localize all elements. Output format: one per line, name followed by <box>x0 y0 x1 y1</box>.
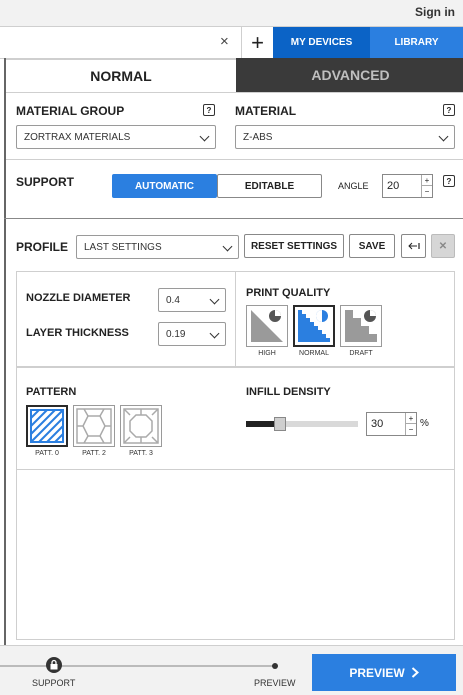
quality-normal-caption: NORMAL <box>299 350 329 357</box>
stepper-arrows[interactable]: + − <box>405 413 416 435</box>
angle-value: 20 <box>387 180 400 192</box>
material-group-value: ZORTRAX MATERIALS <box>24 131 131 143</box>
material-label: MATERIAL <box>235 104 297 118</box>
delete-icon[interactable]: ✕ <box>431 234 455 258</box>
pattern-3-tile[interactable] <box>120 405 162 447</box>
reset-settings-button[interactable]: RESET SETTINGS <box>244 234 344 258</box>
nozzle-diameter-value: 0.4 <box>166 294 180 306</box>
layer-thickness-value: 0.19 <box>166 328 186 340</box>
pattern-0-caption: PATT. 0 <box>35 450 59 457</box>
divider <box>6 92 463 93</box>
material-value: Z-ABS <box>243 131 273 143</box>
infill-unit: % <box>420 418 429 429</box>
chevron-right-icon <box>411 667 419 678</box>
save-button[interactable]: SAVE <box>349 234 395 258</box>
material-select[interactable]: Z-ABS <box>235 125 455 149</box>
layer-thickness-label: LAYER THICKNESS <box>26 327 129 339</box>
step-preview-label[interactable]: PREVIEW <box>254 678 296 688</box>
add-tab-button[interactable]: + <box>241 27 273 58</box>
profile-select[interactable]: LAST SETTINGS <box>76 235 239 259</box>
quality-high-caption: HIGH <box>258 350 276 357</box>
infill-value: 30 <box>371 418 384 430</box>
infill-slider-thumb[interactable] <box>273 417 286 431</box>
angle-stepper[interactable]: 20 + − <box>382 174 433 198</box>
nozzle-diameter-label: NOZZLE DIAMETER <box>26 292 131 304</box>
pattern-2-caption: PATT. 2 <box>82 450 106 457</box>
pattern-diagonal-icon <box>30 409 64 443</box>
top-bar: Sign in <box>0 0 463 26</box>
pattern-2-tile[interactable] <box>73 405 115 447</box>
material-help-icon[interactable]: ? <box>443 104 455 116</box>
preview-button[interactable]: PREVIEW <box>312 654 456 691</box>
pattern-0-tile[interactable] <box>26 405 68 447</box>
pattern-honeycomb-icon <box>76 408 112 444</box>
quality-high-tile[interactable] <box>246 305 288 347</box>
infill-slider[interactable] <box>246 417 358 431</box>
tab-advanced[interactable]: ADVANCED <box>236 58 463 92</box>
automatic-button[interactable]: AUTOMATIC <box>112 174 217 198</box>
support-label: SUPPORT <box>16 175 75 189</box>
nozzle-diameter-select[interactable]: 0.4 <box>158 288 226 312</box>
tab-normal[interactable]: NORMAL <box>6 58 236 92</box>
tab-my-devices[interactable]: MY DEVICES <box>273 27 370 58</box>
close-icon[interactable]: × <box>220 33 229 50</box>
material-group-label: MATERIAL GROUP <box>16 104 125 118</box>
chevron-down-icon <box>199 131 210 142</box>
pattern-label: PATTERN <box>26 386 77 398</box>
profile-label: PROFILE <box>16 240 69 254</box>
progress-track <box>0 665 275 667</box>
material-group-help-icon[interactable]: ? <box>203 104 215 116</box>
device-input[interactable] <box>0 27 241 58</box>
quality-draft-icon <box>345 310 377 342</box>
layer-thickness-select[interactable]: 0.19 <box>158 322 226 346</box>
chevron-down-icon <box>209 294 220 305</box>
settings-panel: NORMAL ADVANCED MATERIAL GROUP ? ZORTRAX… <box>4 58 463 645</box>
quality-high-icon <box>251 310 283 342</box>
divider <box>6 159 463 160</box>
infill-stepper[interactable]: 30 + − <box>366 412 417 436</box>
device-tab-row: × + MY DEVICES LIBRARY <box>0 26 463 59</box>
step-dot[interactable] <box>272 663 278 669</box>
divider <box>4 218 463 219</box>
chevron-down-icon <box>438 131 449 142</box>
step-support-label[interactable]: SUPPORT <box>32 678 75 688</box>
stepper-arrows[interactable]: + − <box>421 175 432 197</box>
tab-library[interactable]: LIBRARY <box>370 27 463 58</box>
quality-normal-tile[interactable] <box>293 305 335 347</box>
quality-draft-caption: DRAFT <box>349 350 373 357</box>
angle-label: ANGLE <box>338 181 369 191</box>
material-group-select[interactable]: ZORTRAX MATERIALS <box>16 125 216 149</box>
preview-button-label: PREVIEW <box>349 665 405 680</box>
empty-panel-area <box>16 470 455 640</box>
pattern-octagon-icon <box>123 408 159 444</box>
support-help-icon[interactable]: ? <box>443 175 455 187</box>
chevron-down-icon <box>222 241 233 252</box>
bottom-bar: SUPPORT PREVIEW PREVIEW <box>0 645 463 695</box>
quality-draft-tile[interactable] <box>340 305 382 347</box>
infill-density-label: INFILL DENSITY <box>246 386 331 398</box>
import-icon[interactable] <box>401 234 426 258</box>
pattern-3-caption: PATT. 3 <box>129 450 153 457</box>
lock-icon[interactable] <box>46 657 62 673</box>
editable-button[interactable]: EDITABLE <box>217 174 322 198</box>
chevron-down-icon <box>209 328 220 339</box>
sign-in-link[interactable]: Sign in <box>415 5 455 19</box>
quality-normal-icon <box>298 310 330 342</box>
print-quality-label: PRINT QUALITY <box>246 287 331 299</box>
divider <box>235 271 236 367</box>
profile-value: LAST SETTINGS <box>84 241 162 253</box>
